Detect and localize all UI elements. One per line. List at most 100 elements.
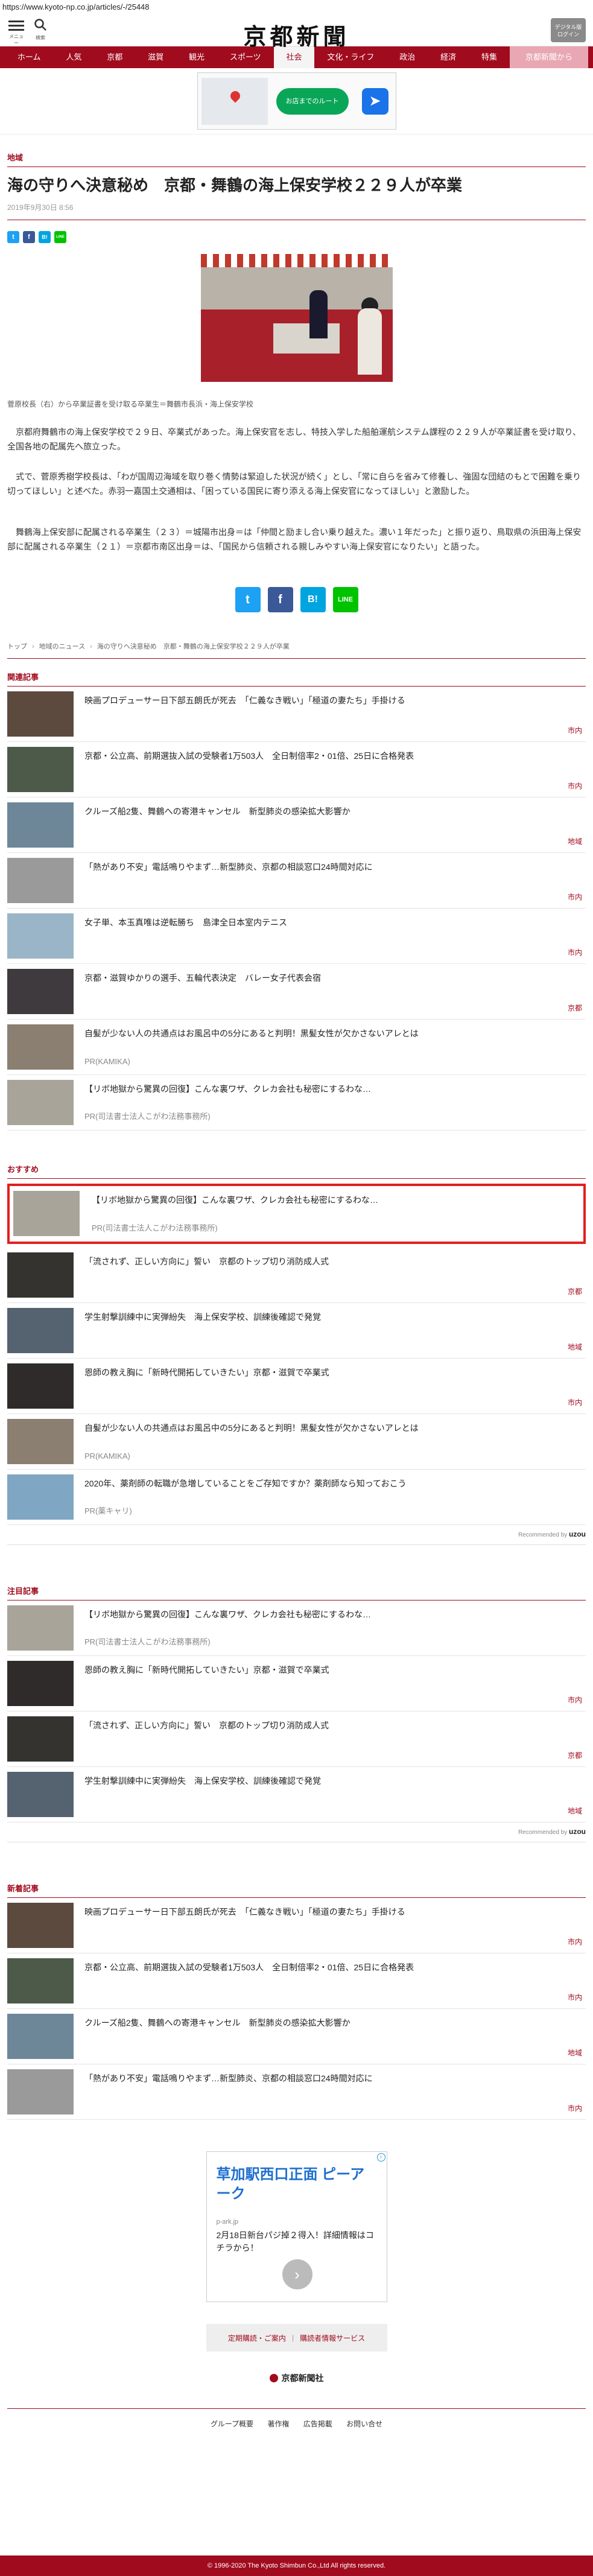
footer-link-ads[interactable]: 広告掲載 — [303, 2420, 332, 2428]
list-item[interactable]: 京都・公立高、前期選抜入試の受験者1万503人 全日制倍率2・01倍、25日に合… — [7, 742, 586, 798]
list-item[interactable]: 女子単、本玉真唯は逆転勝ち 島津全日本室内テニス 市内 — [7, 909, 586, 965]
ad-headline[interactable]: 草加駅西口正面 ピーアーク — [217, 2165, 377, 2203]
item-tag: 市内 — [567, 1938, 582, 1947]
hatena-share-icon[interactable]: B! — [300, 587, 326, 613]
route-button[interactable]: お店までのルート — [276, 88, 349, 115]
list-item[interactable]: 2020年、薬剤師の転職が急増していることをご存知ですか？薬剤師なら知っておこう… — [7, 1470, 586, 1526]
ad-arrow-icon[interactable]: › — [282, 2259, 312, 2290]
ad-thumbnail — [7, 1080, 74, 1126]
list-item[interactable]: 「熱があり不安」電話鳴りやまず…新型肺炎、京都の相談窓口24時間対応に 市内 — [7, 853, 586, 909]
item-title[interactable]: 「流されず、正しい方向に」誓い 京都のトップ切り消防成人式 — [84, 1256, 583, 1268]
article-body: 京都府舞鶴市の海上保安学校で２９日、卒業式があった。海上保安官を志し、特技入学し… — [7, 425, 586, 554]
line-share-icon[interactable]: LINE — [332, 587, 358, 613]
list-item[interactable]: 恩師の教え胸に「新時代開拓していきたい」京都・滋賀で卒業式 市内 — [7, 1656, 586, 1712]
list-item[interactable]: 「流されず、正しい方向に」誓い 京都のトップ切り消防成人式 京都 — [7, 1712, 586, 1768]
item-title[interactable]: 学生射撃訓練中に実弾紛失 海上保安学校、訓練後確認で発覚 — [84, 1312, 583, 1324]
list-item[interactable]: 学生射撃訓練中に実弾紛失 海上保安学校、訓練後確認で発覚 地域 — [7, 1767, 586, 1823]
article-paragraph: 京都府舞鶴市の海上保安学校で２９日、卒業式があった。海上保安官を志し、特技入学し… — [7, 427, 582, 452]
item-tag: 市内 — [567, 1398, 582, 1407]
item-title[interactable]: 恩師の教え胸に「新時代開拓していきたい」京都・滋賀で卒業式 — [84, 1664, 583, 1677]
list-item[interactable]: 映画プロデューサー日下部五朗氏が死去 「仁義なき戦い」「極道の妻たち」手掛ける市… — [7, 1898, 586, 1954]
list-item[interactable]: 学生射撃訓練中に実弾紛失 海上保安学校、訓練後確認で発覚 地域 — [7, 1303, 586, 1359]
list-item[interactable]: 「流されず、正しい方向に」誓い 京都のトップ切り消防成人式 京都 — [7, 1248, 586, 1304]
list-item[interactable]: 「熱があり不安」電話鳴りやまず…新型肺炎、京都の相談窓口24時間対応に 市内 — [7, 2064, 586, 2121]
subscribe-link[interactable]: 定期購読・ご案内 — [228, 2333, 286, 2343]
article-title: 海の守りへ決意秘め 京都・舞鶴の海上保安学校２２９人が卒業 — [7, 176, 463, 194]
item-title[interactable]: 京都・滋賀ゆかりの選手、五輪代表決定 バレー女子代表会宿 — [84, 972, 583, 985]
company-name: 京都新聞社 — [281, 2373, 324, 2384]
item-title[interactable]: 【リボ地獄から驚異の回復】こんな裏ワザ、クレカ会社も秘密にするわな… — [84, 1609, 583, 1621]
article-category: 地域 — [7, 151, 586, 167]
navigation-icon[interactable]: ➤ — [361, 88, 388, 115]
map-ad[interactable]: お店までのルート ➤ — [197, 72, 396, 130]
item-title[interactable]: 【リボ地獄から驚異の回復】こんな裏ワザ、クレカ会社も秘密にするわな… — [92, 1194, 581, 1207]
item-title[interactable]: 映画プロデューサー日下部五朗氏が死去 「仁義なき戦い」「極道の妻たち」手掛ける — [84, 1906, 583, 1918]
kyoto-np-mark-icon — [269, 2374, 278, 2383]
twitter-share-icon[interactable]: t — [235, 587, 261, 613]
list-item[interactable]: 京都・公立高、前期選抜入試の受験者1万503人 全日制倍率2・01倍、25日に合… — [7, 1953, 586, 2010]
facebook-share-icon[interactable]: f — [23, 231, 35, 244]
footer-logo[interactable]: 京都新聞社 — [0, 2372, 593, 2384]
list-item[interactable]: 自髪が少ない人の共通点はお風呂中の5分にあると判明！黒髪女性が欠かさないアレとは… — [7, 1414, 586, 1470]
site-logo[interactable]: 京都新聞 — [0, 18, 593, 51]
recommended-by: Recommended by uzou — [7, 1525, 586, 1546]
article-thumbnail — [7, 747, 74, 793]
pr-label: PR(薬キャリ) — [84, 1506, 132, 1516]
article-photo[interactable] — [200, 254, 393, 382]
footer-link-contact[interactable]: お問い合せ — [346, 2420, 382, 2428]
photo-person-2 — [357, 308, 382, 375]
copyright-bar: © 1996-2020 The Kyoto Shimbun Co.,Ltd Al… — [0, 2555, 593, 2576]
line-share-icon[interactable]: LINE — [54, 231, 66, 244]
digital-login-button[interactable]: デジタル版 ログイン — [551, 18, 586, 42]
item-title[interactable]: 「熱があり不安」電話鳴りやまず…新型肺炎、京都の相談窓口24時間対応に — [84, 861, 583, 874]
list-item[interactable]: 映画プロデューサー日下部五朗氏が死去 「仁義なき戦い」「極道の妻たち」手掛ける市… — [7, 687, 586, 743]
list-item[interactable]: 京都・滋賀ゆかりの選手、五輪代表決定 バレー女子代表会宿 京都 — [7, 964, 586, 1020]
item-title[interactable]: 「熱があり不安」電話鳴りやまず…新型肺炎、京都の相談窓口24時間対応に — [84, 2073, 583, 2085]
footer-link-copyright[interactable]: 著作権 — [267, 2420, 289, 2428]
item-title[interactable]: 映画プロデューサー日下部五朗氏が死去 「仁義なき戦い」「極道の妻たち」手掛ける — [84, 695, 583, 707]
bottom-ad[interactable]: i 草加駅西口正面 ピーアーク p-ark.jp 2月18日新台パジ掉２得入！詳… — [206, 2151, 387, 2303]
list-item[interactable]: 自髪が少ない人の共通点はお風呂中の5分にあると判明！黒髪女性が欠かさないアレとは… — [7, 1020, 586, 1076]
ad-description: 2月18日新台パジ掉２得入！詳細情報はコチラから！ — [216, 2230, 374, 2253]
breadcrumb-top[interactable]: トップ — [7, 643, 27, 650]
list-item[interactable]: クルーズ船2隻、舞鶴への寄港キャンセル 新型肺炎の感染拡大影響か 地域 — [7, 798, 586, 854]
item-title[interactable]: クルーズ船2隻、舞鶴への寄港キャンセル 新型肺炎の感染拡大影響か — [84, 2017, 583, 2029]
footer-link-group[interactable]: グループ概要 — [211, 2420, 253, 2428]
related-list: 映画プロデューサー日下部五朗氏が死去 「仁義なき戦い」「極道の妻たち」手掛ける市… — [0, 687, 593, 1131]
item-title[interactable]: 【リボ地獄から驚異の回復】こんな裏ワザ、クレカ会社も秘密にするわな… — [84, 1083, 583, 1096]
article-paragraph: 舞鶴海上保安部に配属される卒業生（２３）＝城陽市出身＝は「仲間と励まし合い乗り越… — [7, 527, 582, 552]
article-thumbnail — [7, 1252, 74, 1298]
ad-thumbnail — [13, 1191, 80, 1237]
item-title[interactable]: 2020年、薬剤師の転職が急増していることをご存知ですか？薬剤師なら知っておこう — [84, 1478, 583, 1490]
item-title[interactable]: 女子単、本玉真唯は逆転勝ち 島津全日本室内テニス — [84, 917, 583, 929]
item-title[interactable]: 京都・公立高、前期選抜入試の受験者1万503人 全日制倍率2・01倍、25日に合… — [84, 1962, 583, 1974]
item-title[interactable]: 自髪が少ない人の共通点はお風呂中の5分にあると判明！黒髪女性が欠かさないアレとは — [84, 1423, 583, 1435]
list-item[interactable]: 【リボ地獄から驚異の回復】こんな裏ワザ、クレカ会社も秘密にするわな… PR(司法書… — [7, 1075, 586, 1131]
item-title[interactable]: 学生射撃訓練中に実弾紛失 海上保安学校、訓練後確認で発覚 — [84, 1775, 583, 1788]
article-thumbnail — [7, 1308, 74, 1354]
facebook-share-icon[interactable]: f — [267, 587, 293, 613]
url-bar[interactable]: https://www.kyoto-np.co.jp/articles/-/25… — [0, 0, 593, 13]
list-item[interactable]: 恩師の教え胸に「新時代開拓していきたい」京都・滋賀で卒業式市内 — [7, 1359, 586, 1415]
breadcrumb-local[interactable]: 地域のニュース — [39, 643, 85, 650]
article-thumbnail — [7, 691, 74, 737]
link-separator: | — [291, 2333, 294, 2343]
credit-label: Recommended by — [518, 1532, 568, 1539]
twitter-share-icon[interactable]: t — [7, 231, 19, 244]
item-title[interactable]: クルーズ船2隻、舞鶴への寄港キャンセル 新型肺炎の感染拡大影響か — [84, 806, 583, 818]
adchoices-icon[interactable]: i — [376, 2153, 385, 2162]
item-title[interactable]: 恩師の教え胸に「新時代開拓していきたい」京都・滋賀で卒業式 — [84, 1367, 583, 1379]
pr-label: PR(KAMIKA) — [84, 1451, 130, 1461]
item-title[interactable]: 「流されず、正しい方向に」誓い 京都のトップ切り消防成人式 — [84, 1720, 583, 1732]
uzou-logo[interactable]: uzou — [569, 1827, 586, 1836]
item-title[interactable]: 自髪が少ない人の共通点はお風呂中の5分にあると判明！黒髪女性が欠かさないアレとは — [84, 1028, 583, 1040]
item-tag: 市内 — [567, 726, 582, 735]
list-item[interactable]: 【リボ地獄から驚異の回復】こんな裏ワザ、クレカ会社も秘密にするわな… PR(司法書… — [7, 1600, 586, 1657]
list-item[interactable]: 【リボ地獄から驚異の回復】こんな裏ワザ、クレカ会社も秘密にするわな… PR(司法書… — [7, 1184, 586, 1245]
hatena-share-icon[interactable]: B! — [39, 231, 51, 244]
subscriber-service-link[interactable]: 購読者情報サービス — [300, 2333, 365, 2343]
footer-nav: グループ概要 著作権 広告掲載 お問い合せ — [0, 2409, 593, 2429]
uzou-logo[interactable]: uzou — [569, 1530, 586, 1538]
list-item[interactable]: クルーズ船2隻、舞鶴への寄港キャンセル 新型肺炎の感染拡大影響か 地域 — [7, 2009, 586, 2065]
item-title[interactable]: 京都・公立高、前期選抜入試の受験者1万503人 全日制倍率2・01倍、25日に合… — [84, 750, 583, 763]
